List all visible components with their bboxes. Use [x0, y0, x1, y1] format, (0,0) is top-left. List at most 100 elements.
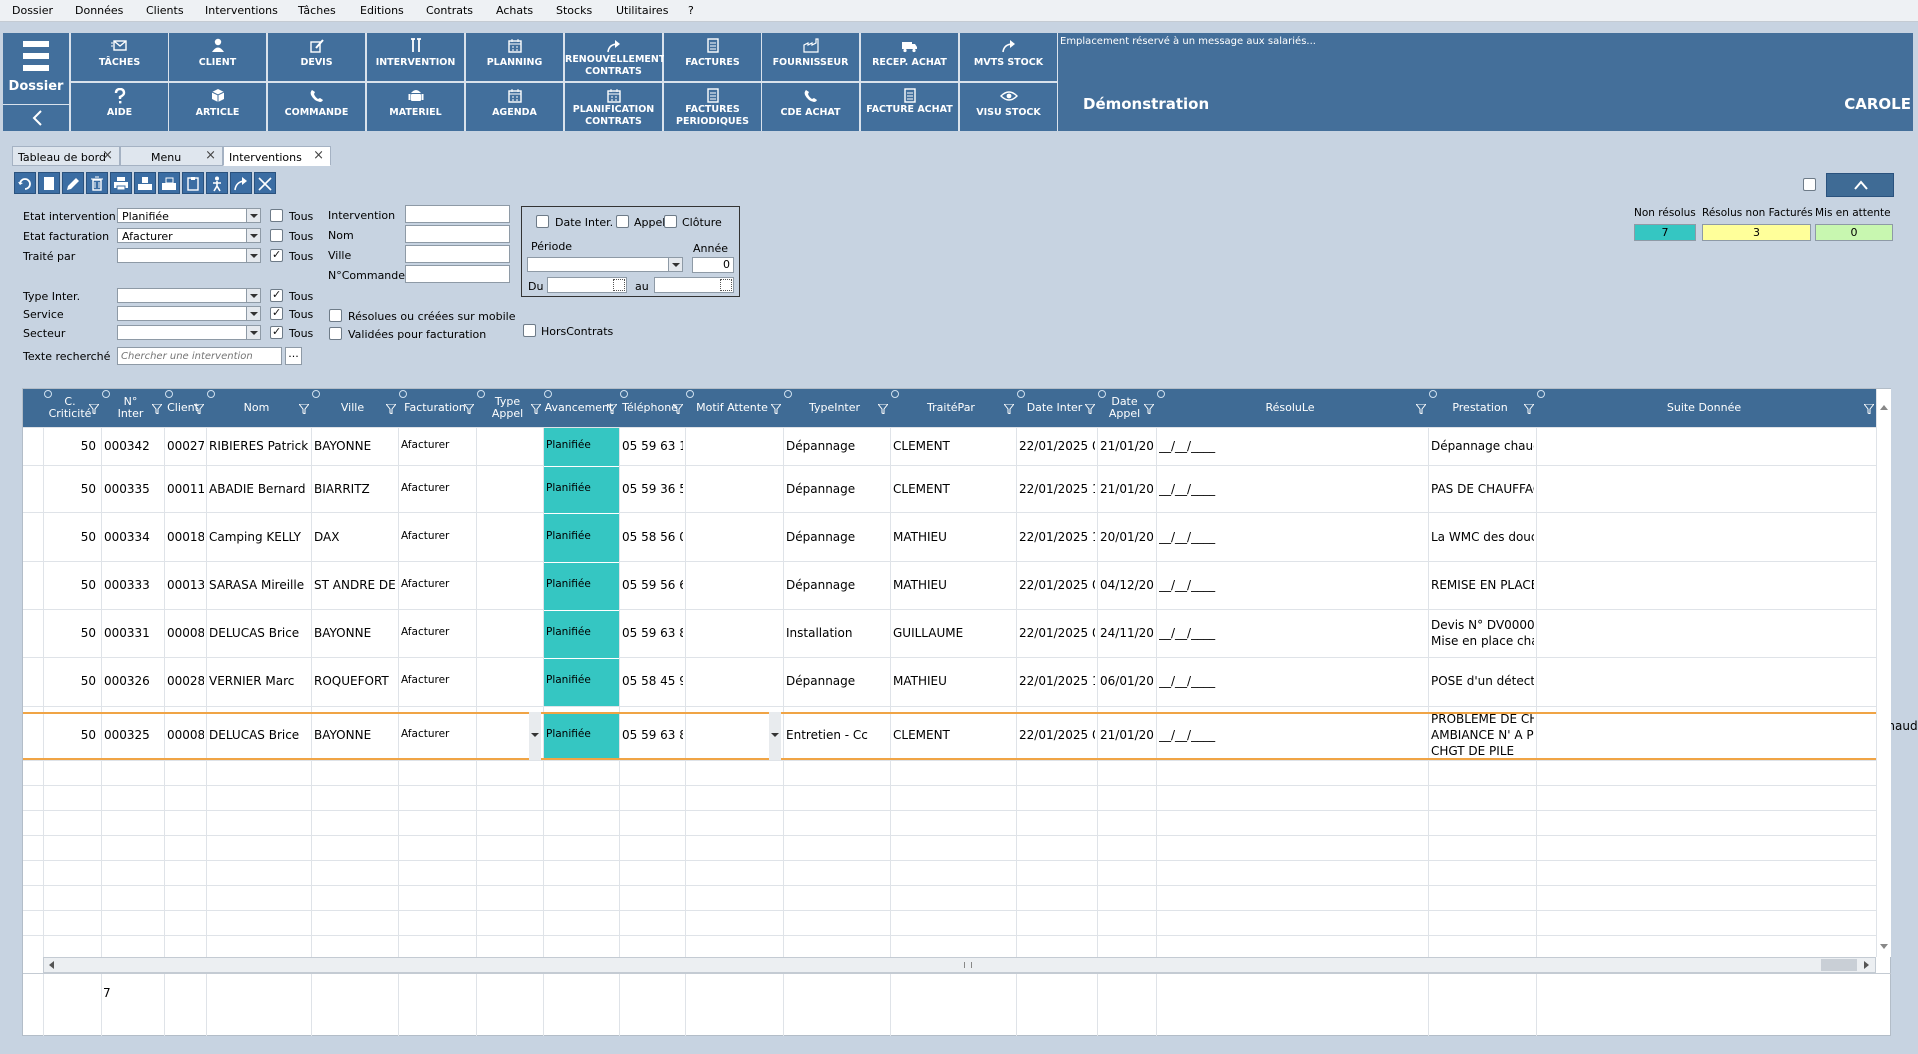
column-header-client[interactable]: Client: [164, 389, 206, 427]
ribbon-client-button[interactable]: CLIENT: [169, 33, 266, 81]
du-date-input[interactable]: [547, 277, 627, 293]
collapse-button[interactable]: [1826, 173, 1894, 197]
annee-input[interactable]: 0: [692, 257, 734, 273]
filter-icon[interactable]: [771, 404, 781, 414]
secteur-tous-checkbox[interactable]: [270, 325, 283, 339]
intervention-input[interactable]: [405, 205, 510, 223]
menu-item-dossier[interactable]: Dossier: [12, 4, 53, 17]
service-tous-checkbox[interactable]: [270, 306, 283, 320]
filter-icon[interactable]: [386, 404, 396, 414]
ribbon-renouvellement-contrats-button[interactable]: RENOUVELLEMENT CONTRATS: [565, 33, 665, 81]
filter-icon[interactable]: [464, 404, 474, 414]
chevron-up-icon[interactable]: [1880, 404, 1888, 410]
tab-menu[interactable]: Menu ×: [120, 146, 223, 166]
ribbon-materiel-button[interactable]: MATERIEL: [367, 83, 464, 131]
printer-stack-button[interactable]: [134, 172, 156, 194]
column-header-n-inter[interactable]: N° Inter: [101, 389, 164, 427]
chevron-down-icon[interactable]: [246, 209, 260, 222]
ville-input[interactable]: [405, 245, 510, 263]
menu-item-contrats[interactable]: Contrats: [426, 4, 473, 17]
au-date-input[interactable]: [654, 277, 734, 293]
column-header-c-criticit[interactable]: C. Criticité: [43, 389, 101, 427]
ribbon-article-button[interactable]: ARTICLE: [169, 83, 266, 131]
export-button[interactable]: [230, 172, 252, 194]
ribbon-agenda-button[interactable]: AGENDA: [466, 83, 563, 131]
ribbon-intervention-button[interactable]: INTERVENTION: [367, 33, 464, 81]
ribbon-facture-achat-button[interactable]: FACTURE ACHAT: [861, 83, 958, 131]
menu-item-interventions[interactable]: Interventions: [205, 4, 278, 17]
calendar-icon[interactable]: [613, 279, 625, 291]
filter-icon[interactable]: [1864, 404, 1874, 414]
commande-input[interactable]: [405, 265, 510, 283]
etat-facturation-select[interactable]: Afacturer: [117, 228, 261, 243]
chevron-down-icon[interactable]: [1880, 944, 1888, 950]
ribbon-mvts-stock-button[interactable]: MVTS STOCK: [960, 33, 1057, 81]
clipboard-button[interactable]: [182, 172, 204, 194]
ribbon-t-ches-button[interactable]: TÂCHES: [71, 33, 168, 81]
menu-item-stocks[interactable]: Stocks: [556, 4, 592, 17]
ribbon-recep-achat-button[interactable]: RECEP. ACHAT: [861, 33, 958, 81]
ribbon-cde-achat-button[interactable]: CDE ACHAT: [762, 83, 859, 131]
chevron-down-icon[interactable]: [246, 326, 260, 339]
chevron-right-icon[interactable]: [1864, 961, 1870, 969]
filter-icon[interactable]: [299, 404, 309, 414]
ribbon-commande-button[interactable]: COMMANDE: [268, 83, 365, 131]
ribbon-devis-button[interactable]: DEVIS: [268, 33, 365, 81]
back-button[interactable]: [3, 105, 69, 131]
hors-contrats-checkbox[interactable]: [523, 324, 536, 337]
calendar-icon[interactable]: [720, 279, 732, 291]
scroll-grip-icon[interactable]: [964, 962, 972, 968]
close-icon[interactable]: ×: [313, 148, 324, 163]
service-select[interactable]: [117, 306, 261, 321]
tab-tableau-de-bord[interactable]: Tableau de bord ×: [12, 146, 120, 166]
tab-interventions[interactable]: Interventions ×: [223, 146, 331, 166]
new-document-button[interactable]: [38, 172, 60, 194]
ribbon-planification-contrats-button[interactable]: PLANIFICATION CONTRATS: [565, 83, 662, 131]
ribbon-factures-button[interactable]: FACTURES: [664, 33, 761, 81]
column-header-prestation[interactable]: Prestation: [1428, 389, 1536, 427]
column-header-suite-donn-e[interactable]: Suite Donnée: [1536, 389, 1876, 427]
column-header-trait-par[interactable]: TraitéPar: [890, 389, 1016, 427]
ribbon-aide-button[interactable]: AIDE: [71, 83, 168, 131]
ribbon-visu-stock-button[interactable]: VISU STOCK: [960, 83, 1057, 131]
filter-icon[interactable]: [673, 404, 683, 414]
close-icon[interactable]: ×: [205, 148, 216, 163]
close-button[interactable]: [254, 172, 276, 194]
cloture-checkbox[interactable]: [664, 215, 677, 228]
filter-icon[interactable]: [1144, 404, 1154, 414]
column-header-date-inter[interactable]: Date Inter: [1016, 389, 1097, 427]
chevron-down-icon[interactable]: [246, 307, 260, 320]
ribbon-fournisseur-button[interactable]: FOURNISSEUR: [762, 33, 859, 81]
person-walk-button[interactable]: [206, 172, 228, 194]
edit-button[interactable]: [62, 172, 84, 194]
column-header-type-appel[interactable]: Type Appel: [476, 389, 543, 427]
etat-intervention-select[interactable]: Planifiée: [117, 208, 261, 223]
appel-checkbox[interactable]: [616, 215, 629, 228]
column-header-date-appel[interactable]: Date Appel: [1097, 389, 1156, 427]
menu-item-utilitaires[interactable]: Utilitaires: [616, 4, 668, 17]
menu-item-achats[interactable]: Achats: [496, 4, 533, 17]
vertical-scrollbar[interactable]: [1876, 389, 1891, 957]
resolues-mobile-checkbox[interactable]: [329, 309, 342, 322]
search-input[interactable]: [117, 347, 282, 365]
chevron-down-icon[interactable]: [246, 289, 260, 302]
search-options-button[interactable]: ...: [285, 347, 302, 365]
refresh-button[interactable]: [14, 172, 36, 194]
menu-item-t-ches[interactable]: Tâches: [298, 4, 336, 17]
traite-par-select[interactable]: [117, 248, 261, 263]
filter-icon[interactable]: [1085, 404, 1095, 414]
type-inter-tous-checkbox[interactable]: [270, 288, 283, 302]
chevron-down-icon[interactable]: [668, 258, 682, 271]
column-header-motif-attente[interactable]: Motif Attente: [685, 389, 783, 427]
motif-attente-dropdown[interactable]: [769, 712, 781, 760]
date-inter-checkbox[interactable]: [536, 215, 549, 228]
column-header-nom[interactable]: Nom: [206, 389, 311, 427]
filter-icon[interactable]: [1416, 404, 1426, 414]
traite-par-tous-checkbox[interactable]: [270, 248, 283, 262]
nom-input[interactable]: [405, 225, 510, 243]
filter-icon[interactable]: [89, 404, 99, 414]
dossier-button[interactable]: Dossier: [3, 33, 69, 104]
filter-icon[interactable]: [1004, 404, 1014, 414]
type-appel-dropdown[interactable]: [529, 712, 541, 760]
secteur-select[interactable]: [117, 325, 261, 340]
